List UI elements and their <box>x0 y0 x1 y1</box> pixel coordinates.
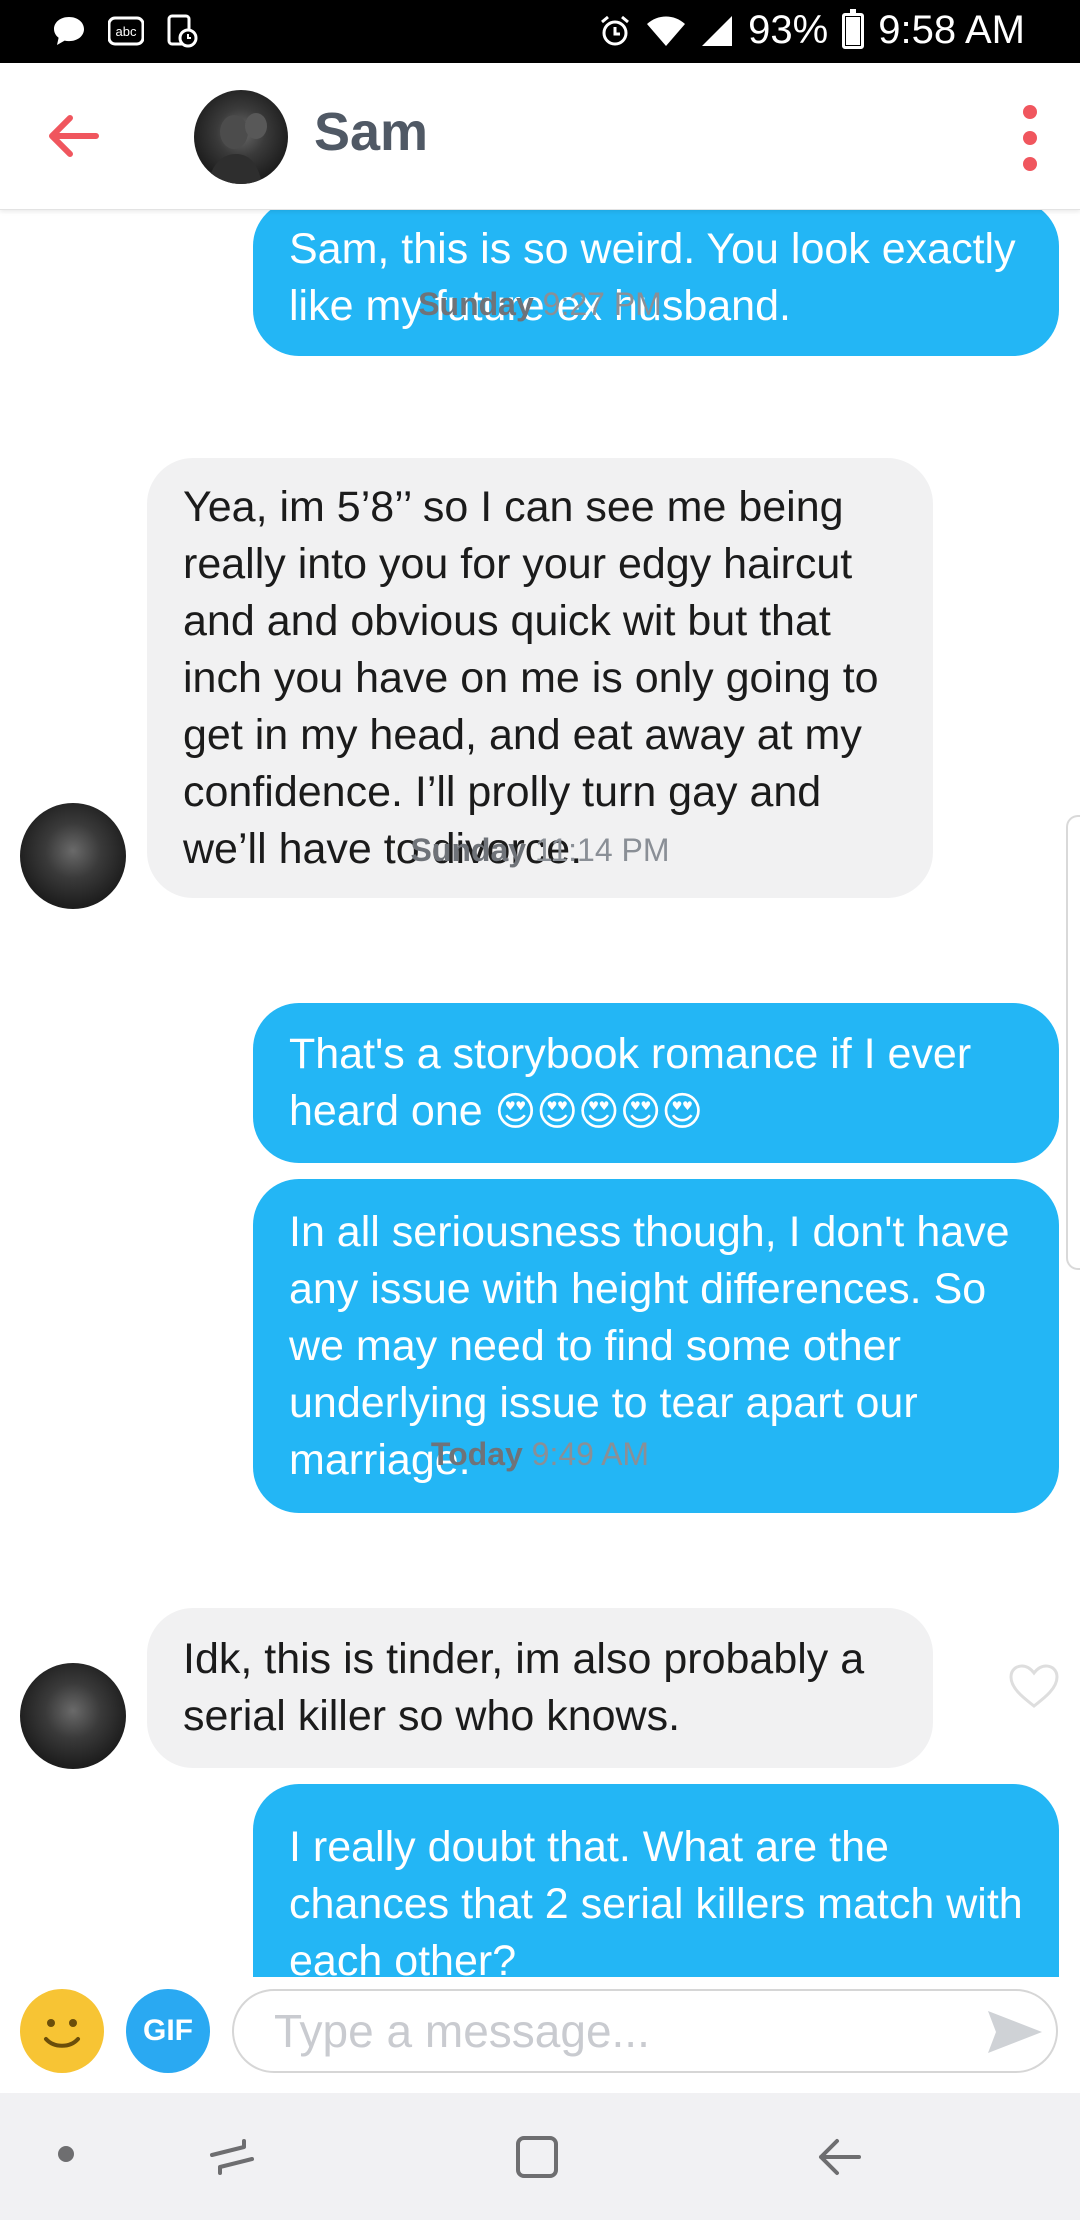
message-input[interactable] <box>232 1989 1058 2073</box>
signal-icon <box>702 15 733 46</box>
message-text: Yea, im 5’8’’ so I can see me being real… <box>183 482 879 873</box>
more-vertical-icon[interactable] <box>1010 105 1050 171</box>
kebab-dot <box>1023 131 1037 145</box>
status-bar: abc 93% 9:58 AM <box>0 0 1080 63</box>
incoming-message[interactable]: Idk, this is tinder, im also probably a … <box>147 1608 933 1768</box>
timestamp-day: Sunday <box>410 832 527 868</box>
contact-name[interactable]: Sam <box>314 101 428 163</box>
abc-icon: abc <box>108 16 144 46</box>
send-icon[interactable] <box>986 2007 1044 2057</box>
timestamp: Sunday 9:27 PM <box>0 286 1080 323</box>
alarm-icon <box>601 15 630 45</box>
status-left-icons: abc <box>52 14 198 48</box>
svg-text:abc: abc <box>116 24 137 39</box>
timestamp: Sunday 11:14 PM <box>0 832 1080 869</box>
heart-eyes-emoji: 😍😍😍😍😍 <box>494 1089 704 1134</box>
timestamp-day: Sunday <box>418 286 534 322</box>
avatar[interactable] <box>20 1663 126 1769</box>
timestamp-time: 9:27 PM <box>542 286 662 322</box>
battery-percent: 93% <box>748 8 829 52</box>
home-icon[interactable] <box>513 2133 561 2181</box>
back-arrow-icon[interactable] <box>40 103 106 169</box>
heart-like-icon[interactable] <box>1008 1663 1060 1709</box>
system-nav-bar <box>0 2093 1080 2220</box>
outgoing-message[interactable]: Sam, this is so weird. You look exactly … <box>253 210 1059 356</box>
screenshot-icon <box>167 14 198 48</box>
outgoing-message[interactable]: That's a storybook romance if I ever hea… <box>253 1003 1059 1163</box>
scrollbar-handle[interactable] <box>1066 815 1080 1270</box>
chat-screen: abc 93% 9:58 AM Sam Sam, this is so weir… <box>0 0 1080 2220</box>
message-composer: GIF <box>0 1977 1080 2093</box>
nav-back-icon[interactable] <box>815 2133 863 2181</box>
message-text: Idk, this is tinder, im also probably a … <box>183 1635 865 1740</box>
clock: 9:58 AM <box>878 8 1025 52</box>
avatar[interactable] <box>194 90 288 184</box>
battery-icon <box>842 8 865 49</box>
chat-icon <box>54 17 84 45</box>
emoji-button[interactable] <box>20 1989 104 2073</box>
gif-button[interactable]: GIF <box>126 1989 210 2073</box>
avatar-photo-icon <box>208 113 267 184</box>
kebab-dot <box>1023 105 1037 119</box>
kebab-dot <box>1023 157 1037 171</box>
nav-dot-icon[interactable] <box>58 2146 74 2162</box>
timestamp-time: 9:49 AM <box>531 1436 650 1472</box>
timestamp-time: 11:14 PM <box>534 832 670 868</box>
message-list[interactable]: Sam, this is so weird. You look exactly … <box>0 210 1080 1977</box>
timestamp: Today 9:49 AM <box>0 1436 1080 1473</box>
message-text: I really doubt that. What are the chance… <box>289 1822 1023 1978</box>
outgoing-message[interactable]: I really doubt that. What are the chance… <box>253 1784 1059 1977</box>
wifi-icon <box>647 16 686 46</box>
recents-icon[interactable] <box>208 2133 256 2181</box>
chat-header: Sam <box>0 63 1080 210</box>
smiley-icon <box>44 2019 80 2048</box>
status-right-icons: 93% 9:58 AM <box>598 8 1025 53</box>
message-content: That's a storybook romance if I ever hea… <box>289 1026 1023 1141</box>
timestamp-day: Today <box>430 1436 523 1472</box>
